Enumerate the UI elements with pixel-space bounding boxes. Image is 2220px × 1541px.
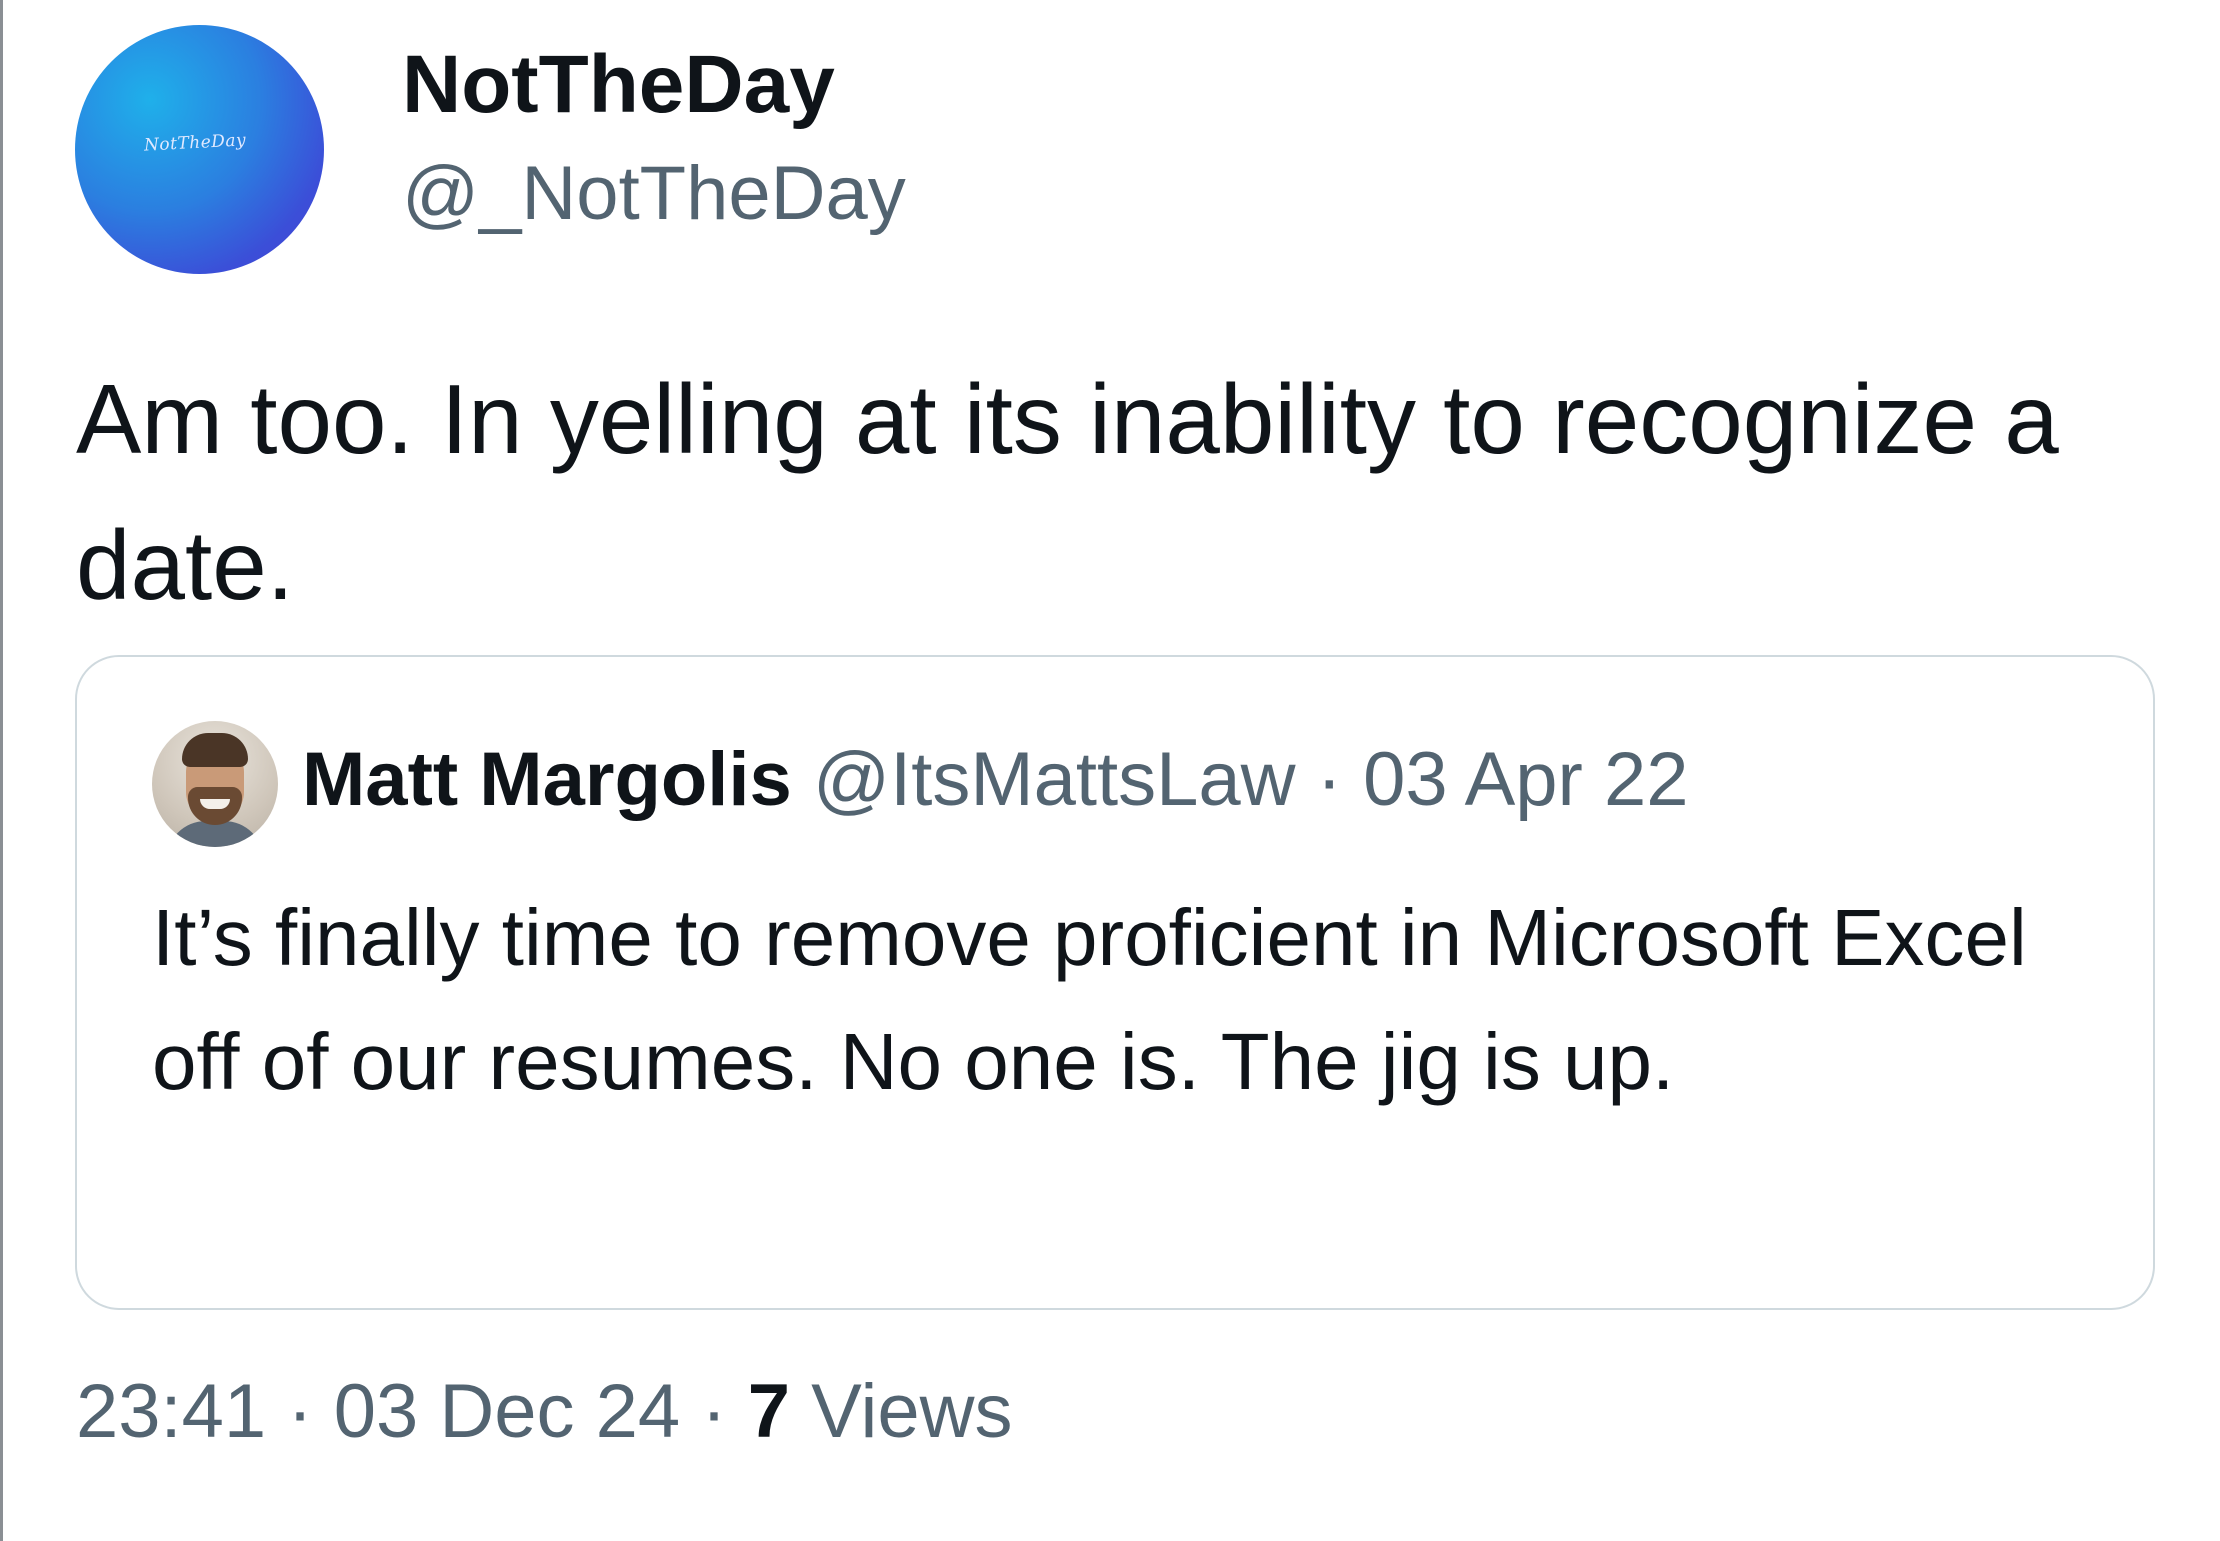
quoted-author-avatar[interactable] (152, 721, 278, 847)
tweet-text: Am too. In yelling at its inability to r… (76, 364, 2059, 620)
author-display-name[interactable]: NotTheDay (402, 39, 835, 130)
quoted-tweet-header: Matt Margolis @ItsMattsLaw · 03 Apr 22 (302, 736, 1688, 823)
author-avatar[interactable]: NotTheDay (75, 25, 324, 274)
meta-separator: · (701, 1369, 727, 1454)
quoted-tweet-date[interactable]: 03 Apr 22 (1363, 737, 1688, 822)
views-label[interactable]: Views (811, 1369, 1012, 1454)
header-separator: · (1316, 737, 1342, 822)
window-left-edge (0, 0, 3, 1541)
views-count[interactable]: 7 (748, 1369, 790, 1454)
quoted-author-name[interactable]: Matt Margolis (302, 737, 792, 822)
meta-separator: · (287, 1369, 313, 1454)
quoted-author-handle[interactable]: @ItsMattsLaw (813, 737, 1296, 822)
tweet-date[interactable]: 03 Dec 24 (334, 1369, 680, 1454)
quoted-tweet-text: It’s finally time to remove proficient i… (152, 893, 2027, 1106)
avatar-hair-shape (182, 733, 248, 767)
tweet-meta: 23:41 · 03 Dec 24 · 7 Views (76, 1368, 1013, 1455)
tweet-time[interactable]: 23:41 (76, 1369, 266, 1454)
author-handle[interactable]: @_NotTheDay (402, 152, 906, 236)
avatar-logo-text: NotTheDay (143, 129, 248, 156)
